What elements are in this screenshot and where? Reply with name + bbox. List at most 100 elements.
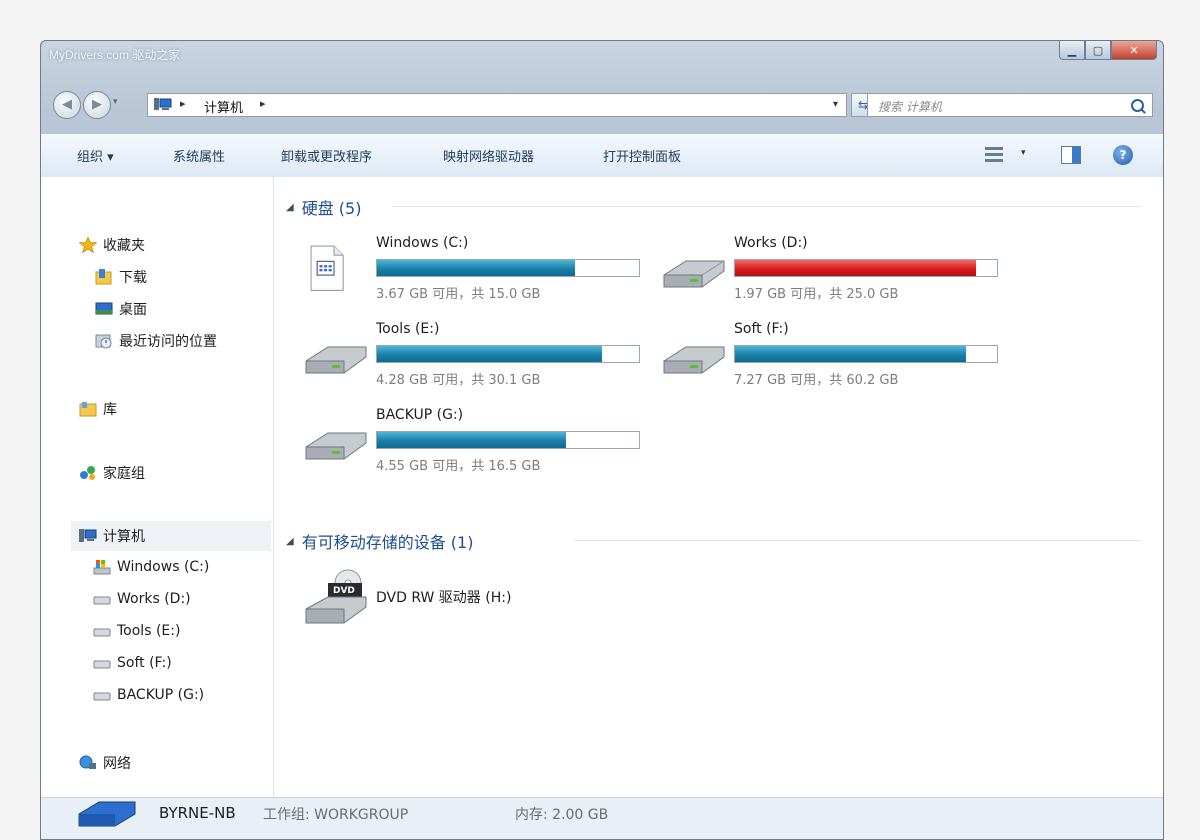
search-input[interactable]: 搜索 计算机 [878, 98, 942, 115]
sidebar-item-network[interactable]: 网络 [79, 753, 131, 773]
minimize-icon: ▁ [1067, 43, 1077, 57]
group-title: 有可移动存储的设备 (1) [301, 533, 474, 552]
drive-usage-fill [735, 346, 966, 362]
breadcrumb-separator[interactable]: ▸ [180, 97, 186, 110]
group-title: 硬盘 (5) [301, 199, 362, 218]
sidebar-label: Windows (C:) [117, 559, 210, 575]
breadcrumb-separator[interactable]: ▸ [260, 97, 266, 110]
open-control-panel-button[interactable]: 打开控制面板 [603, 146, 681, 165]
preview-pane-icon[interactable] [1061, 146, 1081, 164]
hard-drive-icon [663, 346, 725, 374]
back-arrow-icon: ◀ [62, 97, 72, 112]
desktop-icon [95, 302, 113, 315]
drive-usage-bar [376, 259, 640, 277]
explorer-window: MyDrivers.com 驱动之家 ▁ ▢ ✕ ◀ ▶ ▾ ▸ 计算机 ▸ ▾… [40, 40, 1164, 840]
drive-space-info: 4.28 GB 可用，共 30.1 GB [376, 373, 541, 388]
search-box[interactable]: 搜索 计算机 [867, 93, 1153, 117]
sidebar-label: Works (D:) [117, 591, 191, 607]
breadcrumb-computer[interactable]: 计算机 [204, 97, 243, 116]
sidebar-item-recent-places[interactable]: 最近访问的位置 [95, 331, 217, 351]
sidebar-item-libraries[interactable]: 库 [79, 399, 117, 419]
title-bar[interactable]: MyDrivers.com 驱动之家 ▁ ▢ ✕ [41, 41, 1163, 73]
hard-drive-icon [305, 346, 367, 374]
organize-button[interactable]: 组织 ▾ [77, 146, 114, 165]
view-options-dropdown[interactable]: ▾ [1021, 148, 1026, 158]
sidebar-item-favorites[interactable]: 收藏夹 [79, 235, 145, 255]
content-pane: ◢ 硬盘 (5) Windows (C:) 3.67 GB 可用，共 15.0 … [274, 177, 1163, 797]
close-icon: ✕ [1129, 43, 1139, 57]
forward-button[interactable]: ▶ [83, 91, 111, 119]
maximize-icon: ▢ [1092, 43, 1104, 57]
maximize-button[interactable]: ▢ [1085, 41, 1111, 60]
recent-places-icon [95, 334, 112, 349]
sidebar-item-homegroup[interactable]: 家庭组 [79, 463, 145, 483]
uninstall-program-button[interactable]: 卸载或更改程序 [281, 146, 372, 165]
drive-tile[interactable]: BACKUP (G:) 4.55 GB 可用，共 16.5 GB [302, 407, 662, 477]
address-row: ◀ ▶ ▾ ▸ 计算机 ▸ ▾ ⇆ 搜索 计算机 [41, 89, 1163, 121]
drive-usage-fill [735, 260, 977, 276]
drive-tile[interactable]: Tools (E:) 4.28 GB 可用，共 30.1 GB [302, 321, 662, 391]
sidebar-item-drive-g[interactable]: BACKUP (G:) [93, 687, 204, 703]
sidebar-item-drive-e[interactable]: Tools (E:) [93, 623, 180, 639]
address-bar[interactable]: ▸ 计算机 ▸ ▾ [147, 93, 847, 117]
drive-space-info: 3.67 GB 可用，共 15.0 GB [376, 287, 541, 302]
sidebar-item-computer[interactable]: 计算机 [71, 521, 271, 551]
window-controls: ▁ ▢ ✕ [1059, 41, 1157, 63]
sidebar-label: 桌面 [119, 302, 147, 318]
back-button[interactable]: ◀ [53, 91, 81, 119]
close-button[interactable]: ✕ [1111, 41, 1157, 60]
drive-name: DVD RW 驱动器 (H:) [376, 590, 512, 606]
group-divider [574, 540, 1142, 541]
map-network-drive-button[interactable]: 映射网络驱动器 [443, 146, 534, 165]
sidebar-item-drive-c[interactable]: Windows (C:) [93, 559, 209, 575]
sidebar-item-drive-d[interactable]: Works (D:) [93, 591, 191, 607]
dvd-drive-icon [305, 569, 367, 624]
sidebar-item-desktop[interactable]: 桌面 [95, 299, 147, 319]
drive-usage-bar [734, 259, 998, 277]
help-icon[interactable]: ? [1113, 145, 1133, 165]
library-icon [79, 402, 97, 417]
forward-arrow-icon: ▶ [92, 97, 102, 112]
change-view-icon[interactable] [985, 144, 1007, 166]
window-title: MyDrivers.com 驱动之家 [49, 48, 181, 62]
details-pane: BYRNE-NB 工作组: WORKGROUP 内存: 2.00 GB [41, 797, 1163, 839]
system-drive-icon [310, 245, 344, 291]
computer-icon [79, 529, 97, 542]
hard-drive-icon [93, 660, 111, 669]
dvd-drive-tile[interactable]: DVD DVD RW 驱动器 (H:) [302, 569, 662, 629]
drive-usage-fill [377, 346, 603, 362]
system-drive-icon [93, 560, 111, 575]
drive-tile[interactable]: Windows (C:) 3.67 GB 可用，共 15.0 GB [302, 235, 662, 305]
sidebar-item-drive-f[interactable]: Soft (F:) [93, 655, 172, 671]
drive-usage-fill [377, 432, 566, 448]
drive-tile[interactable]: Soft (F:) 7.27 GB 可用，共 60.2 GB [660, 321, 1020, 391]
system-properties-button[interactable]: 系统属性 [173, 146, 225, 165]
sidebar-label: 计算机 [103, 529, 145, 545]
drive-tile[interactable]: Works (D:) 1.97 GB 可用，共 25.0 GB [660, 235, 1020, 305]
hard-drive-icon [93, 692, 111, 701]
drive-usage-bar [734, 345, 998, 363]
sidebar-label: 下载 [119, 270, 147, 286]
network-icon [79, 755, 96, 769]
collapse-triangle-icon[interactable]: ◢ [286, 202, 294, 213]
homegroup-icon [80, 466, 95, 480]
drive-space-info: 1.97 GB 可用，共 25.0 GB [734, 287, 899, 302]
removable-group-header[interactable]: ◢ 有可移动存储的设备 (1) [286, 529, 473, 553]
search-icon[interactable] [1131, 99, 1144, 112]
drive-usage-bar [376, 431, 640, 449]
minimize-button[interactable]: ▁ [1059, 41, 1085, 60]
drive-name: Soft (F:) [734, 321, 789, 337]
sidebar-label: 最近访问的位置 [119, 334, 217, 350]
drive-name: Works (D:) [734, 235, 808, 251]
collapse-triangle-icon[interactable]: ◢ [286, 536, 294, 547]
computer-icon [78, 801, 136, 827]
address-dropdown-icon[interactable]: ▾ [833, 99, 838, 110]
downloads-folder-icon [95, 269, 112, 285]
sidebar-label: 网络 [103, 756, 131, 772]
sidebar-item-downloads[interactable]: 下载 [95, 267, 147, 287]
hard-disks-group-header[interactable]: ◢ 硬盘 (5) [286, 195, 361, 219]
drive-usage-fill [377, 260, 575, 276]
recent-pages-dropdown[interactable]: ▾ [113, 97, 118, 107]
sidebar-label: 库 [103, 402, 117, 418]
dvd-badge: DVD [333, 586, 355, 596]
